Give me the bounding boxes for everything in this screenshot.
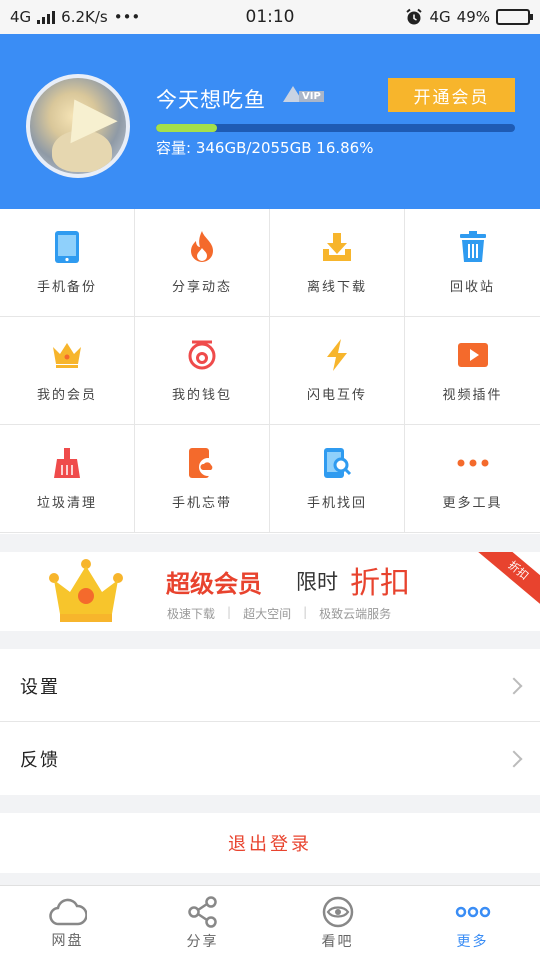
battery-percent: 49% — [456, 8, 490, 26]
grid-item-label: 视频插件 — [442, 388, 503, 403]
grid-item-label: 手机找回 — [306, 496, 367, 511]
grid-item-label: 分享动态 — [171, 280, 232, 295]
grid-item-video-plugin[interactable]: 视频插件 — [405, 317, 540, 425]
logout-button[interactable]: 退出登录 — [0, 813, 540, 873]
discount-corner-tag: 折扣 — [474, 552, 540, 611]
more-dots-icon — [456, 446, 490, 480]
battery-icon — [496, 9, 533, 25]
network-label: 4G — [10, 8, 32, 26]
settings-row[interactable]: 设置 — [0, 649, 540, 722]
grid-item-label: 我的钱包 — [171, 388, 232, 403]
banner-feature: 超大空间 — [243, 607, 292, 621]
storage-progress-fill — [156, 124, 217, 132]
grid-item-label: 闪电互传 — [306, 388, 367, 403]
banner-separator: | — [227, 605, 232, 619]
vip-badge-text: VIP — [299, 91, 324, 102]
grid-item-recycle-bin[interactable]: 回收站 — [405, 209, 540, 317]
tab-cloud-drive[interactable]: 网盘 — [0, 886, 135, 960]
chevron-right-icon — [505, 750, 523, 767]
grid-item-phone-backup[interactable]: 手机备份 — [0, 209, 135, 317]
super-vip-banner[interactable]: 超级会员 限时 折扣 极速下载 | 超大空间 | 极致云端服务 折扣 — [0, 552, 540, 631]
signal-icon — [37, 10, 56, 24]
tab-label: 分享 — [186, 933, 219, 950]
network-right-label: 4G — [429, 8, 451, 26]
cloud-icon — [48, 898, 87, 925]
phone-cloud-icon — [185, 446, 219, 480]
username: 今天想吃鱼 — [156, 88, 266, 112]
grid-item-label: 手机备份 — [36, 280, 97, 295]
grid-item-my-vip[interactable]: 我的会员 — [0, 317, 135, 425]
trash-icon — [456, 230, 490, 264]
grid-item-label: 更多工具 — [442, 496, 503, 511]
grid-item-share-feed[interactable]: 分享动态 — [135, 209, 270, 317]
grid-item-offline-download[interactable]: 离线下载 — [270, 209, 405, 317]
tab-share[interactable]: 分享 — [135, 886, 270, 960]
grid-item-label: 手机忘带 — [171, 496, 232, 511]
grid-item-junk-clean[interactable]: 垃圾清理 — [0, 425, 135, 533]
feedback-row[interactable]: 反馈 — [0, 722, 540, 795]
grid-item-label: 我的会员 — [36, 388, 97, 403]
logout-label: 退出登录 — [228, 834, 312, 855]
vip-badge: VIP — [283, 86, 324, 102]
grid-item-phone-find[interactable]: 手机找回 — [270, 425, 405, 533]
settings-label: 设置 — [20, 676, 60, 698]
tab-watch[interactable]: 看吧 — [270, 886, 405, 960]
status-right: 4G 49% — [405, 8, 533, 26]
feedback-label: 反馈 — [20, 749, 60, 771]
status-dots: ••• — [113, 8, 141, 26]
grid-item-flash-transfer[interactable]: 闪电互传 — [270, 317, 405, 425]
status-left: 4G 6.2K/s ••• — [10, 8, 140, 26]
banner-separator: | — [303, 605, 308, 619]
chevron-right-icon — [505, 677, 523, 694]
fire-icon — [185, 230, 219, 264]
grid-item-label: 垃圾清理 — [36, 496, 97, 511]
feature-grid: 手机备份 分享动态 离线下载 回收站 我的会员 我的钱包 闪电互传 视频插件 垃… — [0, 209, 540, 534]
banner-subtitle: 限时 — [296, 570, 338, 594]
banner-crown-icon — [49, 559, 123, 622]
grid-item-phone-forgot[interactable]: 手机忘带 — [135, 425, 270, 533]
tab-label: 看吧 — [321, 933, 354, 950]
grid-item-label: 离线下载 — [306, 280, 367, 295]
eye-icon — [322, 896, 353, 927]
crown-icon — [50, 338, 84, 372]
banner-highlight: 折扣 — [350, 566, 410, 601]
open-vip-button[interactable]: 开通会员 — [388, 78, 515, 112]
profile-header: 今天想吃鱼 VIP 开通会员 容量: 346GB/2055GB 16.86% — [0, 34, 540, 209]
more-dots-icon — [455, 906, 490, 917]
avatar[interactable] — [26, 74, 130, 178]
broom-icon — [50, 446, 84, 480]
storage-progress — [156, 124, 515, 132]
bottom-tab-bar: 网盘 分享 看吧 更多 — [0, 885, 540, 960]
storage-text: 容量: 346GB/2055GB 16.86% — [156, 139, 374, 157]
banner-title: 超级会员 — [166, 570, 262, 598]
grid-item-wallet[interactable]: 我的钱包 — [135, 317, 270, 425]
phone-search-icon — [320, 446, 354, 480]
banner-feature: 极致云端服务 — [319, 607, 392, 621]
wallet-icon — [185, 338, 219, 372]
grid-item-label: 回收站 — [449, 280, 495, 295]
tab-label: 更多 — [456, 933, 489, 950]
alarm-icon — [406, 8, 423, 25]
network-speed: 6.2K/s — [61, 8, 108, 26]
phone-backup-icon — [50, 230, 84, 264]
banner-feature: 极速下载 — [167, 607, 216, 621]
tab-more[interactable]: 更多 — [405, 886, 540, 960]
banner-features: 极速下载 | 超大空间 | 极致云端服务 — [167, 605, 391, 622]
lightning-icon — [320, 338, 354, 372]
status-bar: 4G 6.2K/s ••• 01:10 4G 49% — [0, 0, 540, 34]
grid-item-more-tools[interactable]: 更多工具 — [405, 425, 540, 533]
video-icon — [456, 338, 490, 372]
tab-label: 网盘 — [51, 932, 84, 949]
share-icon — [187, 895, 217, 928]
download-icon — [320, 230, 354, 264]
